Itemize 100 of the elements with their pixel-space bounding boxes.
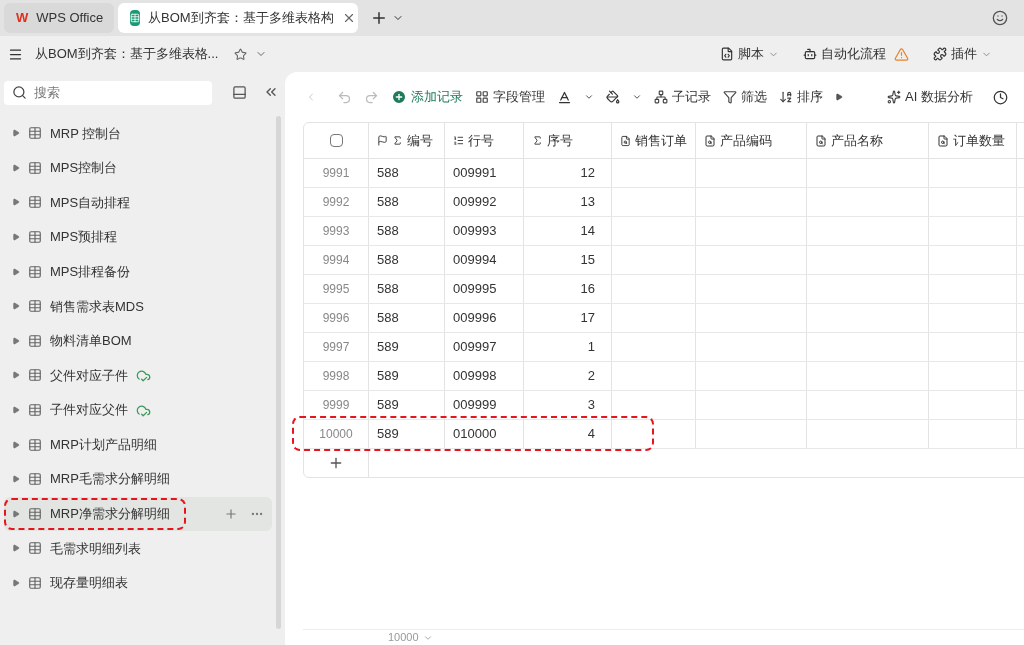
table-cell: 009997 <box>445 333 524 361</box>
table-cell: 009996 <box>445 304 524 332</box>
table-icon <box>28 160 42 175</box>
sidebar-item[interactable]: 毛需求明细列表 <box>4 531 272 566</box>
record-count: 10000 <box>388 630 419 645</box>
expand-icon[interactable] <box>12 440 20 449</box>
sidebar-item[interactable]: MRP计划产品明细 <box>4 427 272 462</box>
history-icon[interactable] <box>992 89 1008 105</box>
table-cell: 13 <box>524 188 612 216</box>
expand-icon[interactable] <box>12 371 20 380</box>
table-cell: 588 <box>369 217 445 245</box>
toolbar-button[interactable]: 子记录 <box>654 87 711 107</box>
face-icon[interactable] <box>992 10 1008 26</box>
sidebar-item[interactable]: MPS预排程 <box>4 219 272 255</box>
table-cell: 009992 <box>445 188 524 216</box>
menu-icon[interactable] <box>8 46 23 62</box>
row-number: 9994 <box>304 246 369 274</box>
table-cell: 589 <box>369 391 445 419</box>
sidebar-item[interactable]: MRP毛需求分解明细 <box>4 461 272 497</box>
toolbar-button[interactable]: 添加记录 <box>391 87 463 107</box>
panel-icon[interactable] <box>232 84 247 100</box>
checkbox[interactable] <box>329 134 343 147</box>
chevron-down-icon[interactable] <box>632 92 642 102</box>
table-cell: 1 <box>524 333 612 361</box>
browser-tab[interactable]: 从BOM到齐套：基于多维表格构 <box>118 3 358 33</box>
expand-icon[interactable] <box>12 267 20 276</box>
toolbar-button[interactable]: AI 数据分析 <box>887 87 973 107</box>
sidebar-item[interactable]: MRP 控制台 <box>4 116 272 151</box>
wps-logo: W <box>16 9 29 28</box>
column-header[interactable]: 行号 <box>445 123 524 158</box>
sidebar-item[interactable]: 子件对应父件 <box>4 392 272 428</box>
expand-icon[interactable] <box>12 163 20 172</box>
chevron-down-icon[interactable] <box>584 92 594 102</box>
table-app-icon <box>130 10 140 26</box>
row-number: 9992 <box>304 188 369 216</box>
row-number: 9998 <box>304 362 369 390</box>
expand-icon[interactable] <box>12 198 20 207</box>
column-header[interactable]: 序号 <box>524 123 612 158</box>
sidebar-item[interactable]: 物料清单BOM <box>4 323 272 359</box>
toolbar-menu-button[interactable]: 插件 <box>933 44 992 64</box>
add-row-icon[interactable] <box>328 455 344 471</box>
star-icon[interactable] <box>234 47 248 61</box>
browser-tab[interactable]: W WPS Office <box>4 3 114 33</box>
expand-icon[interactable] <box>12 302 20 311</box>
table-cell: 009998 <box>445 362 524 390</box>
table-cell: 009991 <box>445 159 524 187</box>
puzzle-icon <box>933 47 947 61</box>
toolbar-button[interactable]: 字段管理 <box>475 87 545 107</box>
row-number: 9996 <box>304 304 369 332</box>
script-icon <box>720 47 734 61</box>
tab-label: WPS Office <box>36 9 104 28</box>
search-field[interactable]: 搜索 <box>4 80 212 105</box>
sidebar-item[interactable]: 销售需求表MDS <box>4 288 272 324</box>
toolbar-button[interactable]: 排序 <box>779 87 823 107</box>
column-header[interactable]: 编号 <box>369 123 445 158</box>
toolbar-menu-button[interactable]: 脚本 <box>720 44 779 64</box>
table-cell: 588 <box>369 188 445 216</box>
sidebar-item[interactable]: MPS自动排程 <box>4 185 272 220</box>
column-header[interactable]: 订单数量 <box>929 123 1017 158</box>
sidebar-item[interactable]: MRP净需求分解明细 <box>4 496 272 532</box>
column-header[interactable]: 产品编码 <box>696 123 807 158</box>
toolbar-button[interactable]: 筛选 <box>723 87 767 107</box>
lookup-icon <box>815 134 827 147</box>
expand-icon[interactable] <box>12 129 20 138</box>
expand-icon[interactable] <box>12 475 20 484</box>
column-header[interactable]: 销售订单 <box>612 123 696 158</box>
table-icon <box>28 576 42 590</box>
text-color-icon[interactable] <box>557 89 572 105</box>
expand-icon[interactable] <box>12 544 20 553</box>
toolbar-menu-button[interactable]: 自动化流程 <box>803 44 909 64</box>
fill-color-icon[interactable] <box>606 90 620 104</box>
add-icon <box>391 89 407 105</box>
new-tab-icon[interactable] <box>370 9 388 27</box>
sidebar-item[interactable]: MPS控制台 <box>4 150 272 186</box>
expand-icon[interactable] <box>12 579 20 587</box>
sidebar-item[interactable]: 父件对应子件 <box>4 358 272 393</box>
row-number: 9995 <box>304 275 369 303</box>
expand-icon[interactable] <box>12 233 20 242</box>
table-cell: 009999 <box>445 391 524 419</box>
table-cell: 588 <box>369 159 445 187</box>
table-icon <box>28 403 42 418</box>
table-icon <box>28 230 42 245</box>
lookup-icon <box>937 134 949 147</box>
expand-icon[interactable] <box>12 509 20 518</box>
table-icon <box>28 368 42 383</box>
table-cell: 009993 <box>445 217 524 245</box>
expand-icon[interactable] <box>12 406 20 415</box>
column-header[interactable]: 产品名称 <box>807 123 929 158</box>
expand-icon[interactable] <box>12 336 20 345</box>
sum-icon <box>392 135 403 146</box>
table-cell: 588 <box>369 275 445 303</box>
document-title: 从BOM到齐套：基于多维表格... <box>35 45 219 64</box>
table-icon <box>28 264 42 279</box>
sum-icon <box>532 135 543 146</box>
row-number: 9991 <box>304 159 369 187</box>
lookup-icon <box>704 134 716 147</box>
more-tools-icon[interactable] <box>835 93 843 101</box>
table-icon <box>28 472 42 487</box>
sidebar-item[interactable]: 现存量明细表 <box>4 565 272 601</box>
sidebar-item[interactable]: MPS排程备份 <box>4 254 272 289</box>
